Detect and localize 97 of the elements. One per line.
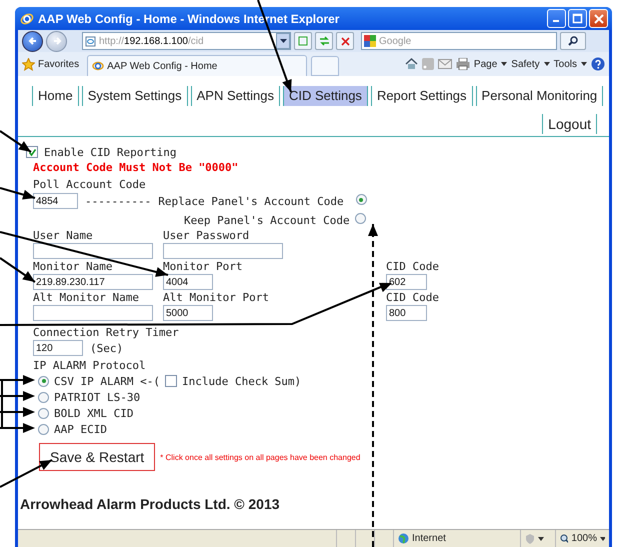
search-button[interactable] — [560, 32, 586, 50]
input-field[interactable]: 4004 — [163, 274, 213, 290]
input-field[interactable] — [163, 243, 283, 259]
option-label: CSV IP ALARM <-( — [54, 374, 160, 388]
radio-button[interactable] — [354, 213, 366, 224]
minimize-button[interactable] — [547, 9, 566, 28]
stop-button[interactable] — [336, 32, 354, 50]
radio-button[interactable] — [38, 408, 49, 418]
checkbox-icon — [28, 148, 36, 156]
field-label: CID Code — [386, 291, 439, 304]
input-field[interactable]: 800 — [386, 305, 427, 321]
maximize-icon — [572, 13, 583, 24]
input-field[interactable] — [33, 243, 153, 259]
help-icon[interactable] — [591, 57, 605, 71]
radio-button[interactable] — [38, 376, 49, 386]
input-field[interactable]: 602 — [386, 274, 427, 290]
feed-icon[interactable] — [422, 58, 434, 70]
checkbox[interactable] — [164, 375, 177, 387]
option-label: BOLD XML CID — [54, 406, 134, 420]
menu-button[interactable]: Page — [474, 58, 498, 70]
address-field-icon — [280, 38, 286, 44]
new-tab-button[interactable] — [311, 56, 340, 76]
forward-icon — [52, 36, 62, 46]
radio-button[interactable] — [356, 194, 367, 205]
menu-button[interactable]: Tools — [554, 58, 577, 70]
nav-tab[interactable]: Report Settings — [370, 86, 473, 106]
favorites-button[interactable]: Favorites — [22, 58, 80, 70]
annotation-arrow — [0, 459, 52, 488]
field-label: IP ALARM Protocol — [33, 358, 146, 372]
field-label: User Password — [163, 229, 250, 242]
radio-button[interactable] — [38, 392, 49, 402]
save-restart-button[interactable]: Save & Restart — [39, 443, 156, 471]
warning-text: Account Code Must Not Be "0000" — [33, 160, 238, 174]
field-label: Monitor Name — [33, 260, 112, 273]
nav-tab[interactable]: CID Settings — [282, 86, 368, 106]
menu-button[interactable]: Safety — [511, 58, 540, 70]
option-label: Include Check Sum) — [182, 374, 302, 388]
browser-tab[interactable]: AAP Web Config - Home — [87, 55, 308, 76]
field-label: CID Code — [386, 260, 439, 273]
refresh-icon — [318, 36, 330, 46]
radio-button[interactable] — [38, 424, 49, 434]
annotation-arrow — [0, 130, 32, 153]
print-icon[interactable] — [456, 58, 470, 70]
option-label: PATRIOT LS-30 — [54, 390, 140, 404]
input-field[interactable]: 5000 — [163, 305, 213, 321]
bracket-arrow-drawing — [0, 375, 35, 433]
compatibility-icon — [298, 36, 308, 46]
nav-tab[interactable]: Personal Monitoring — [476, 86, 604, 106]
field-label: Alt Monitor Port — [163, 291, 269, 304]
input-field[interactable]: 120 — [33, 340, 83, 356]
stop-icon — [340, 36, 350, 46]
field-label: Connection Retry Timer — [33, 326, 179, 339]
input-field[interactable]: 4854 — [33, 193, 78, 209]
caret-icon — [544, 62, 550, 66]
unit-label: (Sec) — [90, 342, 124, 354]
caret-icon — [600, 536, 605, 540]
nav-tab[interactable]: System Settings — [82, 86, 188, 106]
home-icon[interactable] — [404, 58, 418, 70]
input-field[interactable]: 219.89.230.117 — [33, 274, 153, 290]
favorites-icon — [22, 58, 35, 70]
hint-text: * Click once all settings on all pages have been changed — [160, 452, 360, 462]
close-button[interactable] — [589, 9, 608, 28]
page-icon — [85, 36, 96, 46]
mail-icon[interactable] — [438, 59, 452, 69]
browser-logo-icon — [20, 12, 34, 26]
checkbox-label: Enable CID Reporting — [44, 146, 176, 158]
search-provider-icon — [364, 35, 376, 47]
field-label: Monitor Port — [163, 260, 242, 273]
field-label: User Name — [33, 229, 93, 242]
option-label: Replace Panel's Account Code — [158, 194, 344, 208]
caret-icon — [581, 62, 587, 66]
field-label: Alt Monitor Name — [33, 291, 139, 304]
search-icon — [568, 36, 578, 46]
caret-icon — [538, 536, 544, 540]
separator-text: ---------- — [85, 194, 152, 208]
zoom-level[interactable]: 100% — [571, 533, 597, 544]
maximize-button[interactable] — [568, 9, 587, 28]
logout-link[interactable]: Logout — [542, 114, 597, 134]
caret-icon — [501, 62, 508, 66]
globe-icon — [398, 533, 409, 544]
address-field[interactable]: http://192.168.1.100/cid — [82, 32, 291, 50]
nav-tab[interactable]: Home — [32, 86, 79, 106]
annotation-arrow — [0, 187, 36, 200]
option-label: AAP ECID — [54, 422, 107, 436]
back-button[interactable] — [22, 30, 43, 52]
security-zone-text: Internet — [412, 533, 446, 544]
compatibility-button[interactable] — [294, 32, 312, 50]
refresh-button[interactable] — [315, 32, 333, 50]
field-label: Poll Account Code — [33, 178, 146, 190]
zoom-icon — [560, 534, 568, 544]
input-field[interactable] — [33, 305, 153, 321]
nav-tab[interactable]: APN Settings — [190, 86, 280, 106]
copyright-text: Arrowhead Alarm Products Ltd. © 2013 — [20, 496, 280, 512]
close-icon — [594, 14, 604, 24]
option-label: Keep Panel's Account Code — [184, 214, 350, 226]
browser-tab-icon — [92, 60, 104, 72]
back-icon — [28, 36, 38, 46]
